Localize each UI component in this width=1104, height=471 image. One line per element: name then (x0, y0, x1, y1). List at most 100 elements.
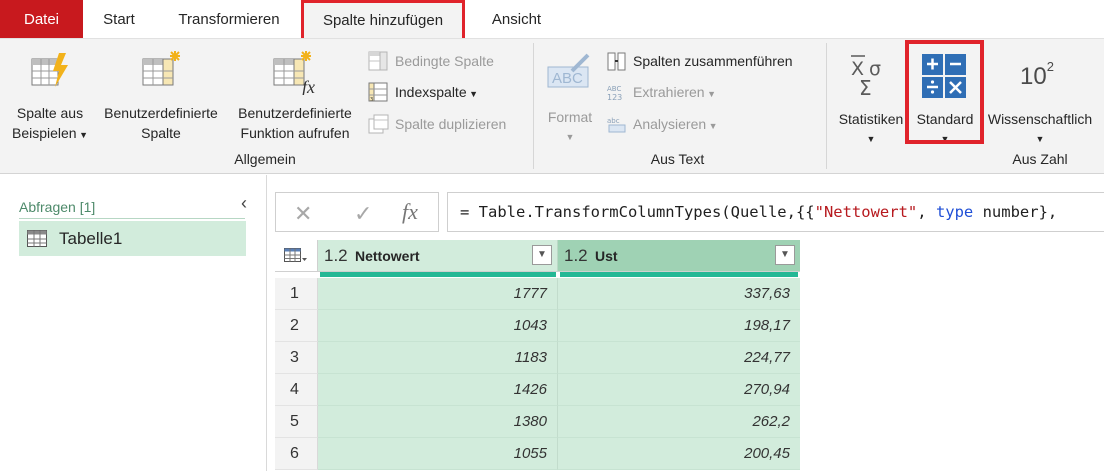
custom-column-label-1: Benutzerdefinierte (104, 105, 218, 121)
column-type-decimal[interactable]: 1.2 (564, 246, 588, 266)
column-type-decimal[interactable]: 1.2 (324, 246, 348, 266)
cell-nettowert[interactable]: 1426 (318, 374, 558, 406)
svg-text:fx: fx (302, 77, 315, 95)
tab-add-column[interactable]: Spalte hinzufügen (301, 0, 465, 38)
group-separator (533, 43, 534, 169)
function-fx-icon[interactable]: fx (402, 199, 418, 225)
extract-button[interactable]: ABC 123 Extrahieren ▼ (606, 79, 821, 105)
cell-nettowert[interactable]: 1055 (318, 438, 558, 470)
chevron-down-icon: ▼ (76, 130, 89, 140)
chevron-down-icon: ▼ (706, 121, 718, 131)
svg-text:ABC: ABC (552, 70, 583, 87)
query-item-label: Tabelle1 (59, 229, 123, 248)
cell-nettowert[interactable]: 1777 (318, 278, 558, 310)
table-row: 6 1055 200,45 (275, 438, 800, 470)
row-number[interactable]: 6 (275, 438, 318, 470)
cell-nettowert[interactable]: 1380 (318, 406, 558, 438)
column-from-examples-button[interactable]: Spalte aus Beispielen ▼ (6, 45, 94, 145)
standard-highlight-box (905, 40, 984, 144)
cell-ust[interactable]: 200,45 (558, 438, 800, 470)
table-row: 2 1043 198,17 (275, 310, 800, 342)
queries-header-divider (19, 218, 245, 219)
parse-label: Analysieren ▼ (633, 116, 718, 132)
index-column-button[interactable]: 3 Indexspalte ▼ (368, 79, 528, 105)
confirm-formula-icon[interactable]: ✓ (354, 201, 372, 227)
custom-column-button[interactable]: Benutzerdefinierte Spalte (96, 45, 226, 145)
tab-start[interactable]: Start (94, 0, 144, 38)
cell-nettowert[interactable]: 1183 (318, 342, 558, 374)
group-label-aus-zahl: Aus Zahl (1012, 151, 1068, 167)
statistics-sigma-icon: X σ Σ (851, 55, 881, 97)
formula-input[interactable]: = Table.TransformColumnTypes(Quelle,{{"N… (447, 192, 1104, 232)
scientific-button[interactable]: 102 Wissenschaftlich ▼ (982, 45, 1098, 145)
merge-columns-label: Spalten zusammenführen (633, 53, 793, 69)
ribbon-tabstrip: Datei Start Transformieren Spalte hinzuf… (0, 0, 1104, 38)
conditional-column-button[interactable]: Bedingte Spalte (368, 48, 528, 74)
parse-button[interactable]: abc Analysieren ▼ (606, 111, 821, 137)
group-separator (826, 43, 827, 169)
svg-text:ABC: ABC (607, 85, 621, 93)
tab-file[interactable]: Datei (0, 0, 83, 38)
table-icon (27, 230, 47, 247)
format-abc-icon: ABC (547, 53, 590, 88)
tab-view[interactable]: Ansicht (484, 0, 549, 38)
column-filter-dropdown-icon[interactable]: ▼ (775, 245, 795, 265)
cell-nettowert[interactable]: 1043 (318, 310, 558, 342)
query-item-tabelle1[interactable]: Tabelle1 (19, 221, 246, 256)
column-from-examples-icon (31, 53, 68, 87)
duplicate-column-button[interactable]: Spalte duplizieren (368, 111, 528, 137)
formula-text: = Table.TransformColumnTypes(Quelle,{{"N… (460, 203, 1058, 221)
format-button[interactable]: ABC Format ▼ (540, 45, 600, 145)
chevron-down-icon: ▼ (866, 134, 876, 144)
conditional-column-label: Bedingte Spalte (395, 53, 494, 69)
statistics-label: Statistiken (838, 111, 904, 127)
custom-column-label-2: Spalte (141, 125, 181, 141)
row-number[interactable]: 4 (275, 374, 318, 406)
format-label: Format (547, 109, 593, 125)
custom-function-icon: fx (273, 51, 315, 95)
duplicate-column-icon (368, 114, 389, 134)
table-row: 1 1777 337,63 (275, 278, 800, 310)
row-number[interactable]: 1 (275, 278, 318, 310)
tab-transform[interactable]: Transformieren (166, 0, 292, 38)
row-number[interactable]: 3 (275, 342, 318, 374)
cell-ust[interactable]: 262,2 (558, 406, 800, 438)
extract-label: Extrahieren ▼ (633, 84, 717, 100)
column-quality-bar (320, 272, 556, 277)
collapse-pane-icon[interactable]: ‹ (241, 193, 247, 214)
column-quality-bar (560, 272, 798, 277)
cell-ust[interactable]: 270,94 (558, 374, 800, 406)
column-filter-dropdown-icon[interactable]: ▼ (532, 245, 552, 265)
statistics-button[interactable]: X σ Σ Statistiken ▼ (832, 45, 910, 145)
invoke-custom-function-button[interactable]: fx Benutzerdefinierte Funktion aufrufen (228, 45, 362, 145)
svg-text:Σ: Σ (859, 76, 872, 97)
cell-ust[interactable]: 337,63 (558, 278, 800, 310)
svg-text:123: 123 (607, 93, 622, 102)
row-number[interactable]: 5 (275, 406, 318, 438)
chevron-down-icon: ▼ (466, 89, 479, 99)
cell-ust[interactable]: 224,77 (558, 342, 800, 374)
cancel-formula-icon[interactable]: ✕ (294, 201, 312, 227)
table-menu-button[interactable] (275, 240, 318, 272)
column-from-examples-label-1: Spalte aus (16, 105, 84, 121)
chevron-down-icon: ▼ (1035, 134, 1045, 144)
conditional-column-icon (368, 51, 388, 71)
custom-function-label-1: Benutzerdefinierte (238, 105, 352, 121)
table-row: 4 1426 270,94 (275, 374, 800, 406)
column-name: Ust (595, 248, 618, 264)
column-header-ust[interactable]: 1.2 Ust ▼ (558, 240, 800, 272)
index-column-icon: 3 (368, 82, 388, 102)
data-grid: 1.2 Nettowert ▼ 1.2 Ust ▼ 1 1777 337,63 … (275, 240, 800, 471)
table-row: 3 1183 224,77 (275, 342, 800, 374)
duplicate-column-label: Spalte duplizieren (395, 116, 507, 132)
extract-abc-123-icon: ABC 123 (607, 85, 622, 102)
table-row: 5 1380 262,2 (275, 406, 800, 438)
column-header-nettowert[interactable]: 1.2 Nettowert ▼ (318, 240, 558, 272)
group-label-allgemein: Allgemein (234, 151, 296, 167)
svg-text:abc: abc (607, 117, 620, 125)
row-number[interactable]: 2 (275, 310, 318, 342)
merge-columns-button[interactable]: Spalten zusammenführen (606, 48, 821, 74)
cell-ust[interactable]: 198,17 (558, 310, 800, 342)
column-from-examples-label-2: Beispielen ▼ (11, 125, 89, 141)
parse-icon: abc (607, 117, 626, 133)
